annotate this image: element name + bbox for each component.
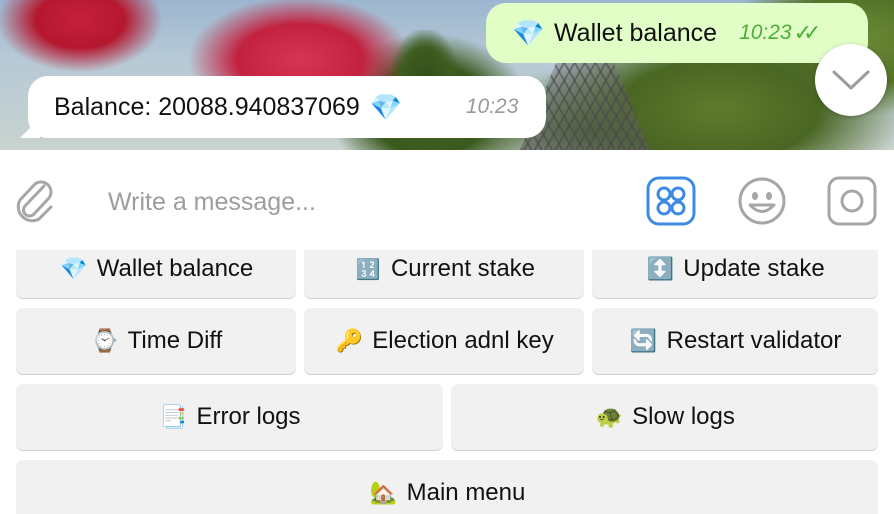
keyboard-button-label: Main menu xyxy=(406,479,526,506)
keyboard-button-label: Error logs xyxy=(196,403,301,430)
camera-icon[interactable] xyxy=(827,176,877,226)
keyboard-button-label: Election adnl key xyxy=(372,327,554,354)
keyboard-button-slow-logs[interactable]: 🐢 Slow logs xyxy=(451,384,878,450)
keyboard-button-election-adnl-key[interactable]: 🔑 Election adnl key xyxy=(304,308,584,374)
refresh-icon: 🔄 xyxy=(629,328,658,353)
turtle-icon: 🐢 xyxy=(595,404,623,429)
keyboard-button-restart-validator[interactable]: 🔄 Restart validator xyxy=(592,308,878,374)
keyboard-button-label: Wallet balance xyxy=(96,255,254,282)
bot-keyboard-icon[interactable] xyxy=(646,176,696,226)
keyboard-button-update-stake[interactable]: ↕️ Update stake xyxy=(592,250,878,298)
scroll-down-button[interactable] xyxy=(815,44,887,116)
smiley-icon[interactable] xyxy=(737,176,787,226)
read-ticks-icon: ✓✓ xyxy=(793,20,822,45)
message-input[interactable] xyxy=(108,183,588,221)
keyboard-button-label: Time Diff xyxy=(127,327,223,354)
gem-icon: 💎 xyxy=(512,17,545,48)
document-icon: 📑 xyxy=(159,404,188,429)
keyboard-button-label: Current stake xyxy=(390,255,536,282)
numbers-icon: 🔢 xyxy=(355,258,381,281)
outgoing-message-time: 10:23 xyxy=(739,21,792,44)
incoming-message[interactable]: Balance: 20088.940837069 💎 10:23 xyxy=(28,76,546,138)
keyboard-button-wallet-balance[interactable]: 💎 Wallet balance xyxy=(16,250,296,298)
chevron-down-icon xyxy=(832,70,870,90)
keyboard-button-main-menu[interactable]: 🏡 Main menu xyxy=(16,460,878,514)
bot-keyboard: 💎 Wallet balance 🔢 Current stake ↕️ Upda… xyxy=(0,250,894,514)
chat-history[interactable]: 💎 Wallet balance 10:23 ✓✓ Balance: 20088… xyxy=(0,0,894,150)
keyboard-button-error-logs[interactable]: 📑 Error logs xyxy=(16,384,443,450)
keyboard-button-label: Slow logs xyxy=(632,403,735,430)
incoming-message-text: Balance: 20088.940837069 xyxy=(54,92,360,121)
up-down-arrow-icon: ↕️ xyxy=(646,256,674,281)
gem-icon: 💎 xyxy=(60,256,88,281)
message-composer xyxy=(0,150,894,250)
keyboard-button-label: Update stake xyxy=(683,255,825,282)
paperclip-icon[interactable] xyxy=(14,176,58,226)
gem-icon: 💎 xyxy=(369,91,403,122)
outgoing-message-text: Wallet balance xyxy=(554,18,718,47)
incoming-message-time: 10:23 xyxy=(465,95,519,118)
keyboard-button-time-diff[interactable]: ⌚ Time Diff xyxy=(16,308,296,374)
keyboard-button-label: Restart validator xyxy=(666,327,842,354)
outgoing-message[interactable]: 💎 Wallet balance 10:23 ✓✓ xyxy=(486,3,868,63)
house-icon: 🏡 xyxy=(369,480,398,505)
key-icon: 🔑 xyxy=(335,328,363,353)
keyboard-button-current-stake[interactable]: 🔢 Current stake xyxy=(304,250,584,298)
watch-icon: ⌚ xyxy=(90,328,119,353)
